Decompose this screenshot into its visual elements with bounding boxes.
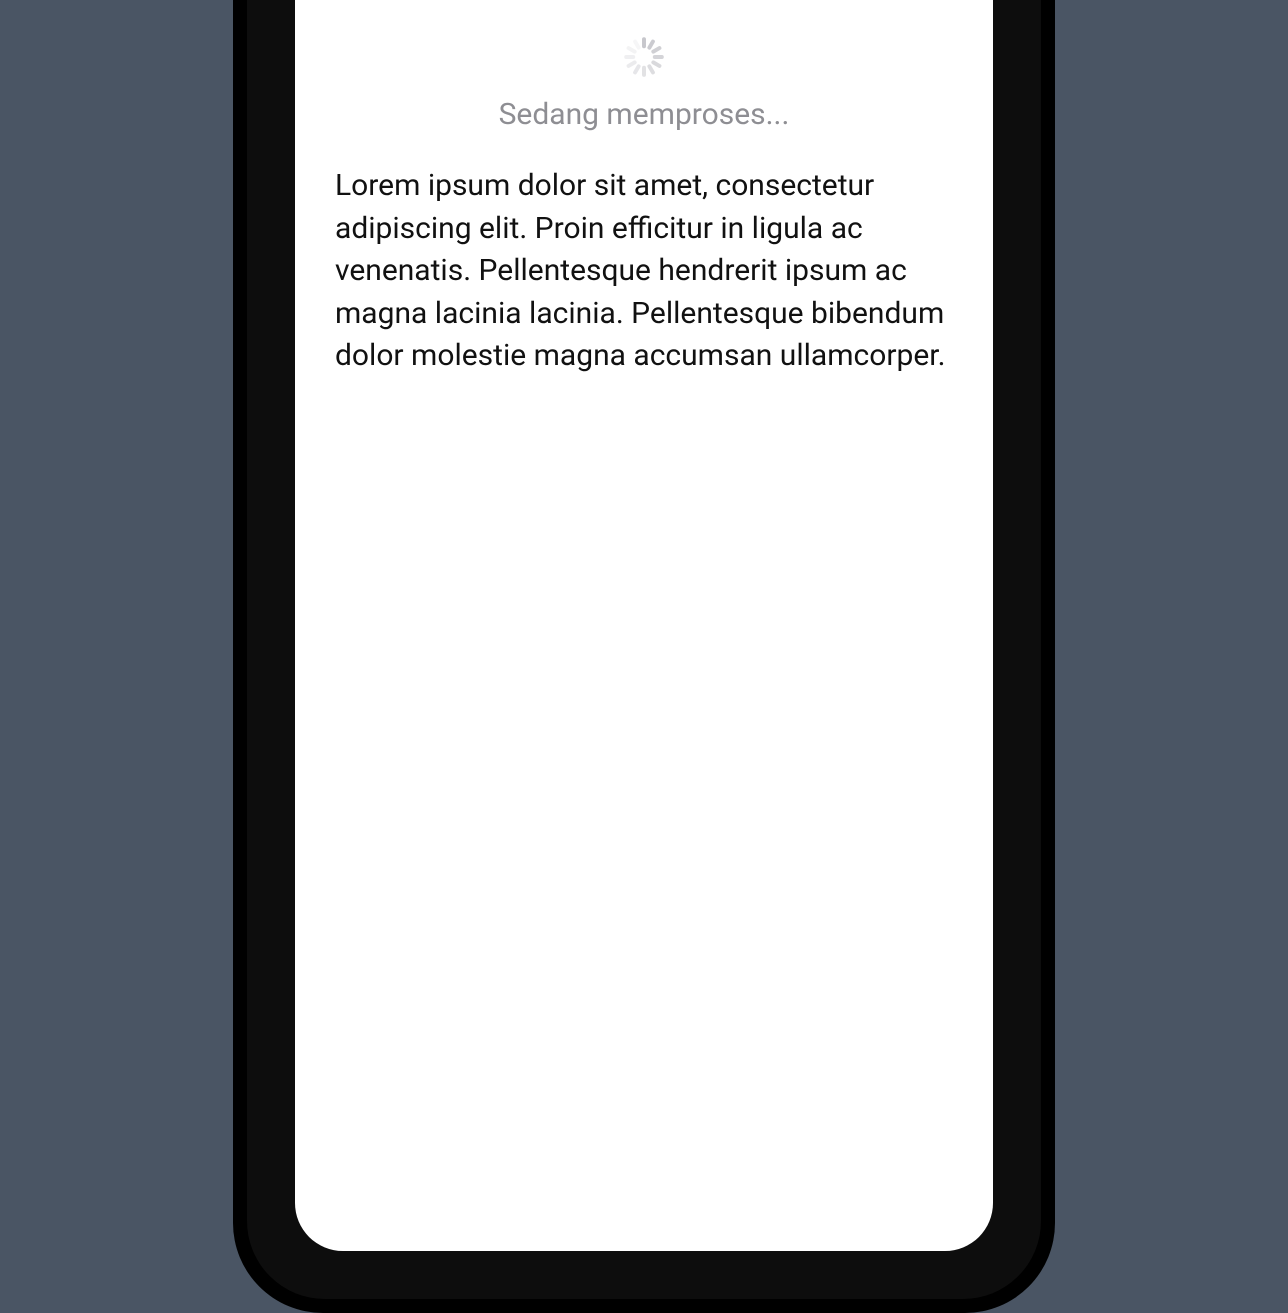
- phone-screen: Sedang memproses... Lorem ipsum dolor si…: [295, 0, 993, 1251]
- body-paragraph: Lorem ipsum dolor sit amet, consectetur …: [335, 165, 953, 378]
- loading-text: Sedang memproses...: [499, 97, 790, 132]
- phone-frame-inner: Sedang memproses... Lorem ipsum dolor si…: [247, 0, 1041, 1299]
- spinner-icon: [622, 35, 666, 79]
- phone-mockup: Sedang memproses... Lorem ipsum dolor si…: [233, 0, 1055, 1313]
- loading-indicator: Sedang memproses...: [295, 35, 993, 132]
- app-content: Sedang memproses... Lorem ipsum dolor si…: [295, 0, 993, 1251]
- phone-frame-outer: Sedang memproses... Lorem ipsum dolor si…: [233, 0, 1055, 1313]
